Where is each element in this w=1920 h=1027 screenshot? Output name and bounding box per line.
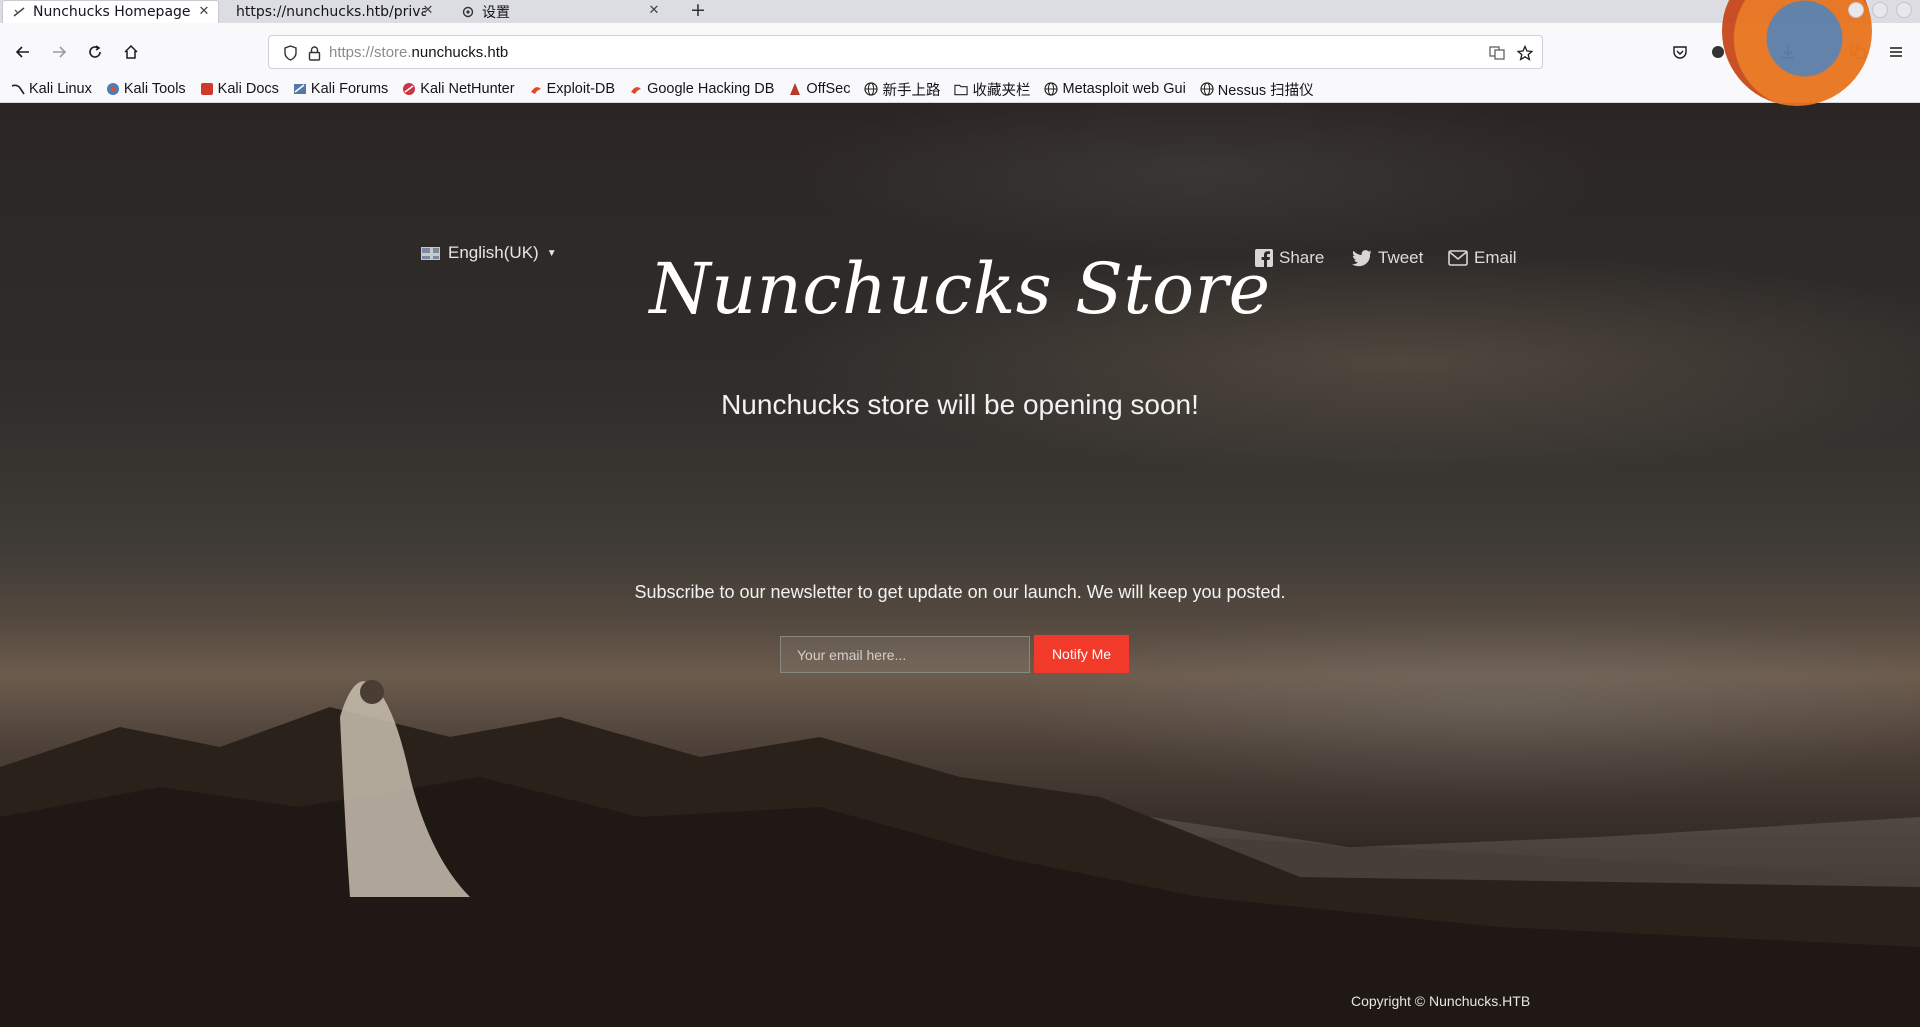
bookmark-folder-favorites[interactable]: 收藏夹栏 — [954, 79, 1030, 100]
reload-button[interactable] — [82, 39, 108, 65]
bookmark-kali-forums[interactable]: Kali Forums — [293, 81, 388, 97]
hamburger-menu-icon — [1890, 47, 1902, 57]
nunchucks-favicon-icon — [11, 4, 27, 20]
bookmark-label: 收藏夹栏 — [972, 82, 1031, 99]
ghdb-icon — [629, 82, 643, 96]
url-text: https://store.nunchucks.htb — [329, 44, 508, 61]
tab-label: https://nunchucks.htb/privac — [236, 3, 426, 20]
tab-label: Nunchucks Homepage — [33, 4, 191, 20]
nethunter-icon — [402, 82, 416, 96]
globe-icon — [1044, 82, 1059, 96]
bookmark-kali-linux[interactable]: Kali Linux — [11, 81, 92, 97]
kali-forums-icon — [293, 82, 307, 96]
bookmark-label: Kali Forums — [310, 81, 389, 97]
pocket-icon — [1673, 46, 1687, 59]
back-button[interactable] — [10, 39, 36, 65]
offsec-icon — [788, 82, 802, 96]
url-prefix: https://store. — [329, 44, 412, 61]
folder-icon — [954, 82, 969, 96]
close-tab-icon[interactable]: ✕ — [646, 3, 662, 18]
bookmark-label: Kali Linux — [29, 81, 92, 97]
kali-docs-icon — [200, 82, 214, 96]
kali-dragon-icon — [11, 82, 25, 96]
bookmark-google-hacking-db[interactable]: Google Hacking DB — [629, 81, 774, 97]
bookmark-nessus[interactable]: Nessus 扫描仪 — [1200, 79, 1314, 100]
bookmark-newbie[interactable]: 新手上路 — [864, 79, 940, 100]
bookmark-kali-nethunter[interactable]: Kali NetHunter — [402, 81, 515, 97]
forward-button[interactable] — [46, 39, 72, 65]
gear-icon — [460, 4, 476, 20]
maximize-button[interactable] — [1872, 2, 1888, 18]
tab-settings[interactable]: 设置 ✕ — [452, 0, 668, 23]
bookmark-exploit-db[interactable]: Exploit-DB — [529, 81, 616, 97]
copyright-text: Copyright © Nunchucks.HTB — [1351, 993, 1531, 1009]
bookmark-label: Exploit-DB — [546, 81, 616, 97]
email-input[interactable] — [780, 636, 1030, 673]
bookmark-kali-docs[interactable]: Kali Docs — [200, 81, 279, 97]
address-bar[interactable]: https://store.nunchucks.htb — [268, 35, 1543, 69]
url-host: nunchucks.htb — [411, 44, 509, 61]
home-button[interactable] — [118, 39, 144, 65]
bookmark-star-icon[interactable] — [1516, 44, 1534, 62]
bookmark-label: OffSec — [806, 81, 851, 97]
globe-icon — [864, 82, 879, 96]
pocket-button[interactable] — [1667, 39, 1693, 65]
rocky-landscape-background — [0, 680, 1920, 1027]
close-window-button[interactable] — [1896, 2, 1912, 18]
globe-icon — [1200, 82, 1214, 96]
bookmark-label: Nessus 扫描仪 — [1217, 82, 1314, 99]
bookmark-kali-tools[interactable]: Kali Tools — [106, 81, 186, 97]
bookmark-label: Google Hacking DB — [647, 81, 775, 97]
tab-strip: Nunchucks Homepage ✕ https://nunchucks.h… — [0, 0, 1920, 23]
tab-privacy[interactable]: https://nunchucks.htb/privac ✕ — [228, 0, 438, 23]
translate-icon[interactable] — [1488, 44, 1506, 62]
bookmark-label: Kali Docs — [217, 81, 279, 97]
bookmark-label: Kali NetHunter — [420, 81, 515, 97]
page-subtitle: Nunchucks store will be opening soon! — [721, 389, 1199, 420]
shield-icon[interactable] — [281, 44, 299, 62]
close-tab-icon[interactable]: ✕ — [196, 4, 212, 19]
notify-me-button[interactable]: Notify Me — [1034, 635, 1129, 673]
close-tab-icon[interactable]: ✕ — [420, 3, 436, 18]
window-controls — [1848, 2, 1912, 18]
page-title: Nunchucks Store — [649, 248, 1271, 330]
arrow-left-icon — [15, 46, 29, 58]
navigation-toolbar: https://store.nunchucks.htb — [0, 23, 1920, 81]
bookmark-label: 新手上路 — [882, 82, 941, 99]
page-viewport: English(UK) ▼ Share Tweet Email Nunchuck… — [0, 103, 1920, 1027]
bookmark-label: Kali Tools — [123, 81, 186, 97]
bookmark-offsec[interactable]: OffSec — [788, 81, 850, 97]
reload-icon — [89, 45, 101, 58]
home-icon — [124, 44, 138, 59]
tab-label: 设置 — [482, 4, 510, 21]
newsletter-text: Subscribe to our newsletter to get updat… — [634, 582, 1286, 602]
bookmarks-toolbar: Kali Linux Kali Tools Kali Docs Kali For… — [0, 76, 1920, 103]
lock-icon[interactable] — [305, 44, 323, 62]
bookmark-metasploit[interactable]: Metasploit web Gui — [1044, 81, 1186, 97]
minimize-button[interactable] — [1848, 2, 1864, 18]
kali-tools-icon — [106, 82, 120, 96]
bookmark-label: Metasploit web Gui — [1062, 81, 1186, 97]
tab-nunchucks-homepage[interactable]: Nunchucks Homepage ✕ — [2, 0, 219, 23]
new-tab-button[interactable]: + — [687, 0, 709, 23]
exploit-db-icon — [529, 82, 543, 96]
app-menu-button[interactable] — [1883, 39, 1909, 65]
arrow-right-icon — [53, 46, 67, 58]
